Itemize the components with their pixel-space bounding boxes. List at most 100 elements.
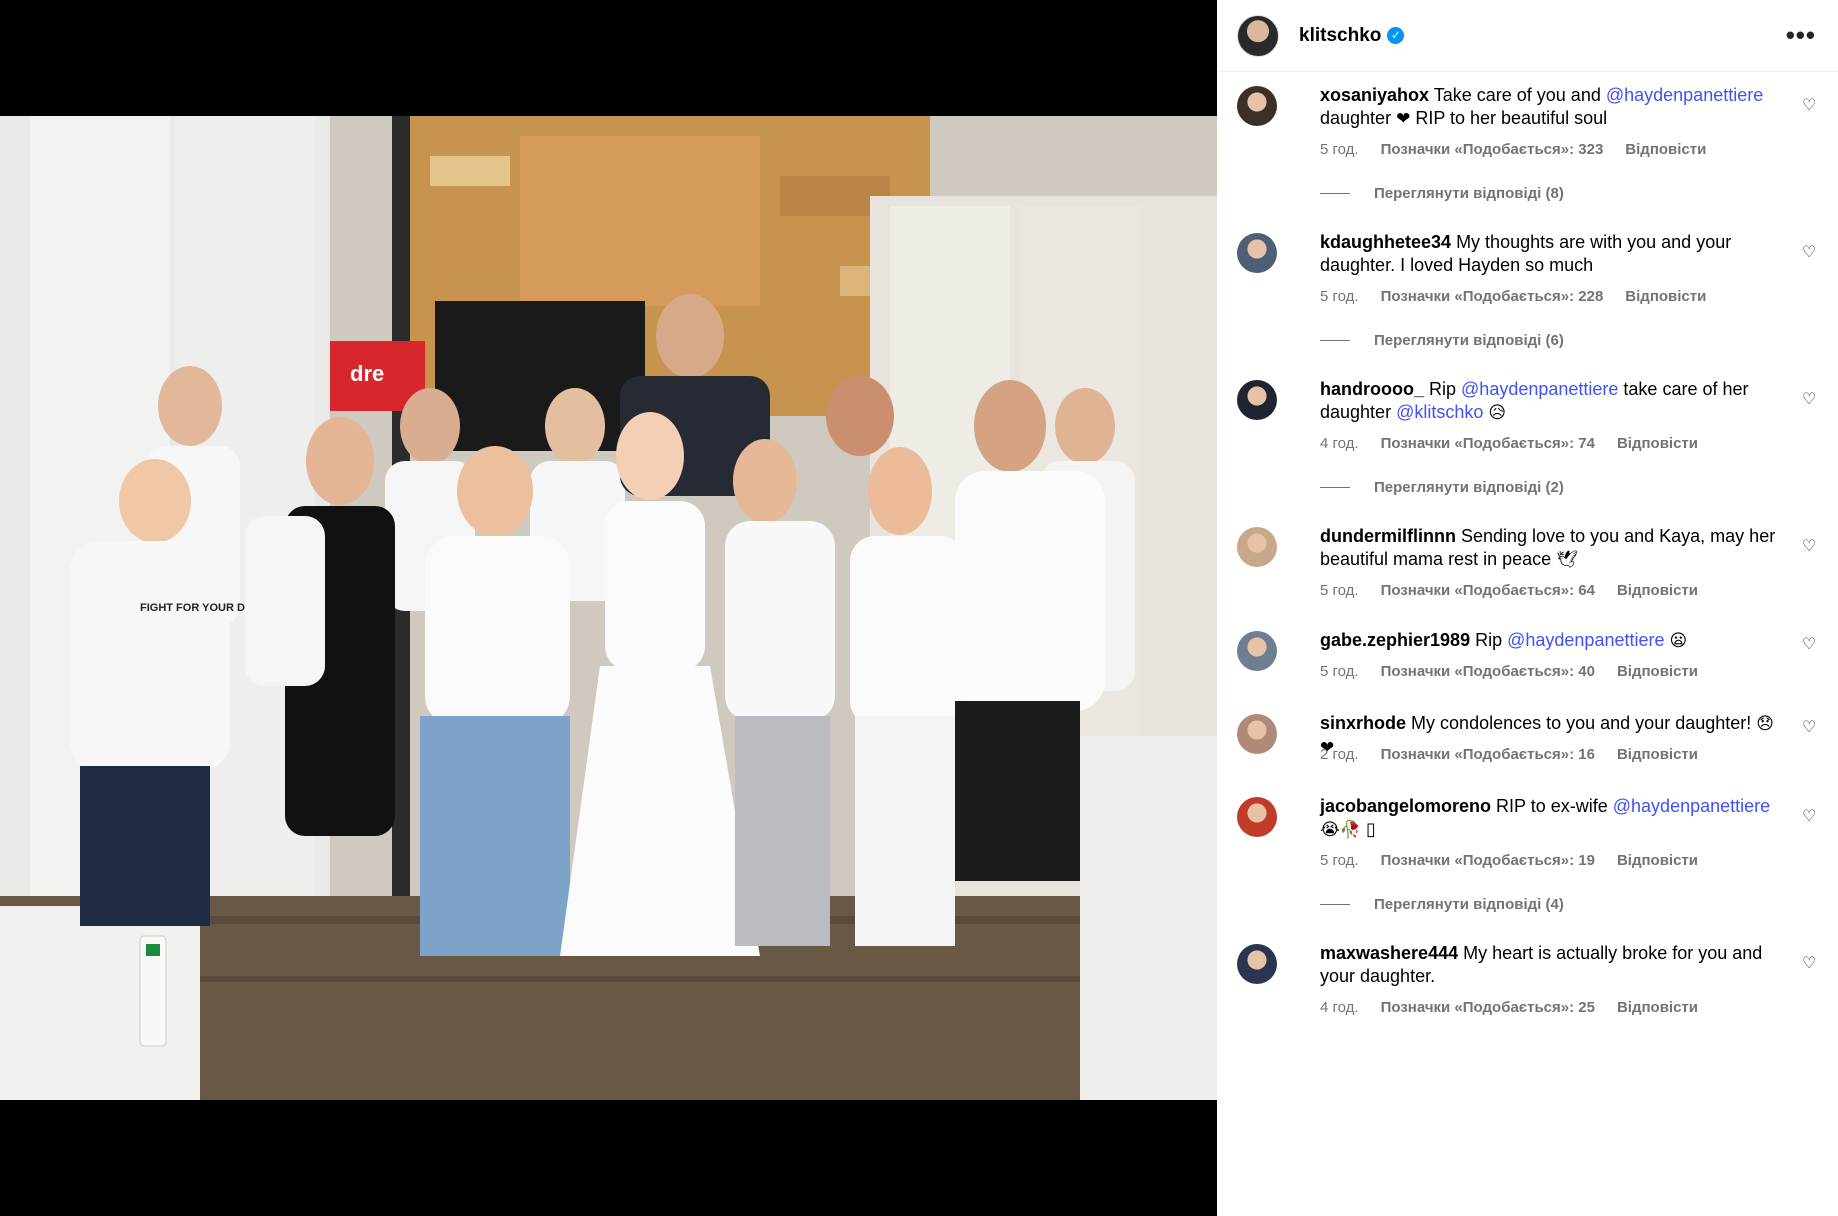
comment-timestamp: 5 год. [1320, 288, 1359, 305]
emoji: 🕊 [1556, 550, 1578, 570]
commenter-avatar[interactable] [1237, 631, 1277, 671]
replies-divider [1320, 904, 1350, 905]
commenter-username[interactable]: jacobangelomoreno [1320, 796, 1491, 816]
comment-meta: 5 год. Позначки «Подобається»: 323 Відпові… [1320, 141, 1728, 158]
comment-text: jacobangelomoreno RIP to ex-wife @hayden… [1320, 795, 1780, 842]
commenter-username[interactable]: xosaniyahox [1320, 85, 1429, 105]
like-heart-icon[interactable]: ♡ [1802, 98, 1818, 114]
reply-button[interactable]: Відповісти [1617, 435, 1698, 452]
mention-link[interactable]: @klitschko [1396, 402, 1483, 422]
comment-meta: 4 год. Позначки «Подобається»: 25 Відповіс… [1320, 999, 1720, 1016]
like-heart-icon[interactable]: ♡ [1802, 245, 1818, 261]
view-replies-label[interactable]: Переглянути відповіді (8) [1374, 185, 1564, 202]
comment-likes-link[interactable]: Позначки «Подобається»: 228 [1381, 288, 1604, 305]
commenter-avatar[interactable] [1237, 527, 1277, 567]
comment-timestamp: 2 год. [1320, 746, 1359, 763]
view-replies-label[interactable]: Переглянути відповіді (2) [1374, 479, 1564, 496]
commenter-avatar[interactable] [1237, 944, 1277, 984]
comment-text: dundermilflinnn Sending love to you and … [1320, 525, 1780, 572]
comment-text: xosaniyahox Take care of you and @hayden… [1320, 84, 1780, 131]
view-replies-label[interactable]: Переглянути відповіді (4) [1374, 896, 1564, 913]
comment-text-segment: Rip [1475, 630, 1508, 650]
commenter-username[interactable]: handroooo_ [1320, 379, 1424, 399]
replies-divider [1320, 193, 1350, 194]
replies-divider [1320, 487, 1350, 488]
comment-text-segment: My condolences to you and your daughter! [1411, 713, 1757, 733]
like-heart-icon[interactable]: ♡ [1802, 809, 1818, 825]
reply-button[interactable]: Відповісти [1617, 746, 1698, 763]
comments-panel: klitschko ✓ ••• xosaniyahox Take care of… [1217, 0, 1838, 1216]
comment-meta: 5 год. Позначки «Подобається»: 228 Відпові… [1320, 288, 1728, 305]
comment-likes-link[interactable]: Позначки «Подобається»: 74 [1381, 435, 1595, 452]
comment-text-segment: Take care of you and [1433, 85, 1606, 105]
emoji: 😦 [1669, 631, 1688, 651]
mention-link[interactable]: @haydenpanettiere [1461, 379, 1618, 399]
reply-button[interactable]: Відповісти [1617, 852, 1698, 869]
comment-text-segment: RIP to her beautiful soul [1410, 108, 1608, 128]
replies-divider [1320, 340, 1350, 341]
reply-button[interactable]: Відповісти [1617, 663, 1698, 680]
like-heart-icon[interactable]: ♡ [1802, 720, 1818, 736]
group-photo-illustration: dre FIGHT FOR YOUR DRE [0, 116, 1217, 1100]
comment-likes-link[interactable]: Позначки «Подобається»: 323 [1381, 141, 1604, 158]
comment-meta: 5 год. Позначки «Подобається»: 64 Відповіс… [1320, 582, 1720, 599]
author-username-link[interactable]: klitschko ✓ [1299, 25, 1405, 47]
media-pane: dre FIGHT FOR YOUR DRE [0, 0, 1217, 1216]
view-replies-label[interactable]: Переглянути відповіді (6) [1374, 332, 1564, 349]
verified-badge-icon: ✓ [1387, 27, 1405, 44]
comment-text: gabe.zephier1989 Rip @haydenpanettiere 😦 [1320, 629, 1780, 653]
view-replies-button[interactable]: Переглянути відповіді (2) [1320, 479, 1564, 496]
like-heart-icon[interactable]: ♡ [1802, 956, 1818, 972]
more-options-icon[interactable]: ••• [1786, 20, 1816, 51]
svg-text:dre: dre [350, 361, 384, 386]
commenter-avatar[interactable] [1237, 714, 1277, 754]
commenter-avatar[interactable] [1237, 86, 1277, 126]
comment-likes-link[interactable]: Позначки «Подобається»: 25 [1381, 999, 1595, 1016]
instagram-post-view: dre FIGHT FOR YOUR DRE klitschko ✓ ••• x… [0, 0, 1838, 1216]
commenter-username[interactable]: maxwashere444 [1320, 943, 1458, 963]
comment-timestamp: 5 год. [1320, 141, 1359, 158]
reply-button[interactable]: Відповісти [1625, 288, 1706, 305]
mention-link[interactable]: @haydenpanettiere [1613, 796, 1770, 816]
like-heart-icon[interactable]: ♡ [1802, 392, 1818, 408]
mention-link[interactable]: @haydenpanettiere [1507, 630, 1664, 650]
comment-timestamp: 5 год. [1320, 582, 1359, 599]
comment-text: kdaughhetee34 My thoughts are with you a… [1320, 231, 1780, 277]
reply-button[interactable]: Відповісти [1625, 141, 1706, 158]
commenter-username[interactable]: dundermilflinnn [1320, 526, 1456, 546]
comment-likes-link[interactable]: Позначки «Подобається»: 40 [1381, 663, 1595, 680]
commenter-username[interactable]: gabe.zephier1989 [1320, 630, 1470, 650]
view-replies-button[interactable]: Переглянути відповіді (4) [1320, 896, 1564, 913]
view-replies-button[interactable]: Переглянути відповіді (6) [1320, 332, 1564, 349]
comment-likes-link[interactable]: Позначки «Подобається»: 19 [1381, 852, 1595, 869]
view-replies-button[interactable]: Переглянути відповіді (8) [1320, 185, 1564, 202]
like-heart-icon[interactable]: ♡ [1802, 539, 1818, 555]
commenter-avatar[interactable] [1237, 797, 1277, 837]
commenter-username[interactable]: sinxrhode [1320, 713, 1406, 733]
comment-timestamp: 4 год. [1320, 999, 1359, 1016]
author-username[interactable]: klitschko [1299, 25, 1381, 47]
reply-button[interactable]: Відповісти [1617, 999, 1698, 1016]
comment-timestamp: 4 год. [1320, 435, 1359, 452]
comment-meta: 4 год. Позначки «Подобається»: 74 Відповіс… [1320, 435, 1720, 452]
comment-meta: 5 год. Позначки «Подобається»: 40 Відповіс… [1320, 663, 1720, 680]
comment-meta: 5 год. Позначки «Подобається»: 19 Відповіс… [1320, 852, 1720, 869]
like-heart-icon[interactable]: ♡ [1802, 637, 1818, 653]
commenter-avatar[interactable] [1237, 233, 1277, 273]
comment-text: maxwashere444 My heart is actually broke… [1320, 942, 1780, 988]
comment-timestamp: 5 год. [1320, 852, 1359, 869]
comment-meta: 2 год. Позначки «Подобається»: 16 Відповіс… [1320, 746, 1720, 763]
emoji: ❤ [1396, 109, 1411, 129]
svg-text:FIGHT FOR YOUR DRE: FIGHT FOR YOUR DRE [140, 602, 260, 614]
mention-link[interactable]: @haydenpanettiere [1606, 85, 1763, 105]
commenter-username[interactable]: kdaughhetee34 [1320, 232, 1451, 252]
comment-text-segment: Rip [1429, 379, 1462, 399]
post-photo[interactable]: dre FIGHT FOR YOUR DRE [0, 116, 1217, 1100]
comment-text-segment: ▯ [1361, 819, 1376, 839]
comment-likes-link[interactable]: Позначки «Подобається»: 64 [1381, 582, 1595, 599]
commenter-avatar[interactable] [1237, 380, 1277, 420]
comment-text-segment: daughter [1320, 108, 1397, 128]
reply-button[interactable]: Відповісти [1617, 582, 1698, 599]
author-avatar[interactable] [1237, 14, 1279, 57]
comment-likes-link[interactable]: Позначки «Подобається»: 16 [1381, 746, 1595, 763]
